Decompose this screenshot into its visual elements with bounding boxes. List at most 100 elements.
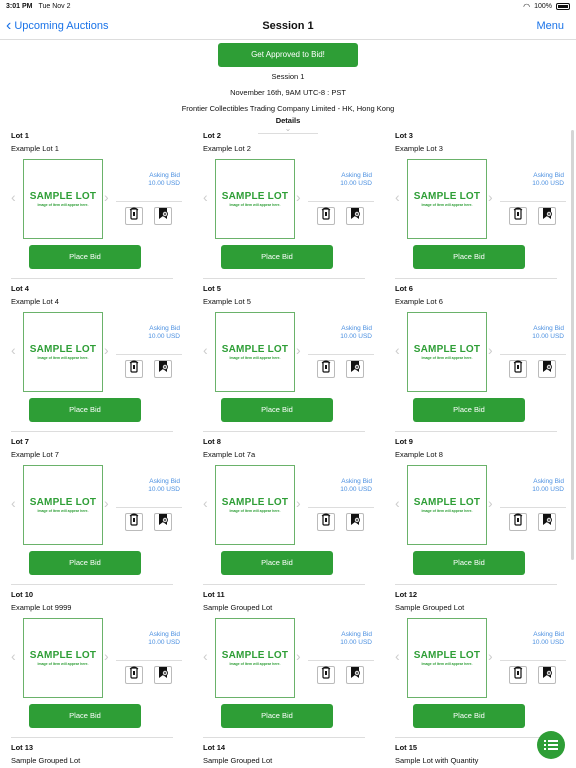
lot-image[interactable]: SAMPLE LOT Image of Item will appear here… [215,465,295,545]
watch-button[interactable] [125,513,143,531]
lot-image[interactable]: SAMPLE LOT Image of Item will appear here… [23,618,103,698]
menu-button[interactable]: Menu [536,20,564,32]
lot-image[interactable]: SAMPLE LOT Image of Item will appear here… [215,159,295,239]
lot-name: Sample Grouped Lot [395,603,465,612]
chevron-right-icon[interactable]: › [488,342,493,358]
place-bid-button[interactable]: Place Bid [413,245,525,269]
watch-button[interactable] [509,207,527,225]
lot-card[interactable]: Lot 11 Sample Grouped Lot ‹ SAMPLE LOT Image… [192,590,378,743]
place-bid-button[interactable]: Place Bid [29,398,141,422]
place-bid-button[interactable]: Place Bid [221,398,333,422]
watch-button[interactable] [509,666,527,684]
watch-button[interactable] [125,360,143,378]
asking-bid-value: 10.00 USD [148,333,180,340]
bookmark-add-button[interactable] [538,207,556,225]
chevron-left-icon[interactable]: ‹ [203,495,208,511]
chevron-left-icon[interactable]: ‹ [11,342,16,358]
lot-card[interactable]: Lot 5 Example Lot 5 ‹ SAMPLE LOT Image of It… [192,284,378,437]
lot-image[interactable]: SAMPLE LOT Image of Item will appear here… [23,312,103,392]
asking-bid-label: Asking Bid [149,631,180,638]
chevron-left-icon[interactable]: ‹ [11,495,16,511]
get-approved-button[interactable]: Get Approved to Bid! [218,43,358,67]
bookmark-add-button[interactable] [538,666,556,684]
chevron-left-icon[interactable]: ‹ [11,648,16,664]
lot-card[interactable]: Lot 6 Example Lot 6 ‹ SAMPLE LOT Image of It… [384,284,570,437]
scrollbar[interactable] [571,130,574,560]
chevron-left-icon[interactable]: ‹ [203,189,208,205]
bookmark-add-button[interactable] [154,207,172,225]
watch-button[interactable] [509,513,527,531]
chevron-right-icon[interactable]: › [296,342,301,358]
lot-list-button[interactable] [537,731,565,759]
place-bid-button[interactable]: Place Bid [29,245,141,269]
lot-image[interactable]: SAMPLE LOT Image of Item will appear here… [407,312,487,392]
asking-bid-value: 10.00 USD [532,486,564,493]
bookmark-add-button[interactable] [154,360,172,378]
chevron-right-icon[interactable]: › [296,495,301,511]
place-bid-button[interactable]: Place Bid [221,551,333,575]
chevron-right-icon[interactable]: › [488,648,493,664]
watch-button[interactable] [317,207,335,225]
lot-card[interactable]: Lot 13 Sample Grouped Lot [0,743,186,768]
place-bid-button[interactable]: Place Bid [29,704,141,728]
chevron-right-icon[interactable]: › [296,189,301,205]
lot-card[interactable]: Lot 12 Sample Grouped Lot ‹ SAMPLE LOT Image… [384,590,570,743]
chevron-left-icon[interactable]: ‹ [203,342,208,358]
lot-image[interactable]: SAMPLE LOT Image of Item will appear here… [407,159,487,239]
watch-button[interactable] [317,513,335,531]
bookmark-add-button[interactable] [538,513,556,531]
lot-card[interactable]: Lot 10 Example Lot 9999 ‹ SAMPLE LOT Image o… [0,590,186,743]
bookmark-add-button[interactable] [346,513,364,531]
chevron-right-icon[interactable]: › [104,342,109,358]
bookmark-add-button[interactable] [346,207,364,225]
chevron-right-icon[interactable]: › [488,189,493,205]
lot-image[interactable]: SAMPLE LOT Image of Item will appear here… [215,312,295,392]
bookmark-add-button[interactable] [154,666,172,684]
bookmark-add-button[interactable] [346,666,364,684]
chevron-left-icon[interactable]: ‹ [11,189,16,205]
place-bid-button[interactable]: Place Bid [29,551,141,575]
place-bid-button[interactable]: Place Bid [413,704,525,728]
lot-card[interactable]: Lot 9 Example Lot 8 ‹ SAMPLE LOT Image of It… [384,437,570,590]
back-button[interactable]: ‹ Upcoming Auctions [6,16,109,34]
chevron-left-icon[interactable]: ‹ [395,495,400,511]
lot-image[interactable]: SAMPLE LOT Image of Item will appear here… [23,465,103,545]
lot-card[interactable]: Lot 2 Example Lot 2 ‹ SAMPLE LOT Image of It… [192,131,378,284]
lot-image[interactable]: SAMPLE LOT Image of Item will appear here… [407,465,487,545]
chevron-left-icon[interactable]: ‹ [395,648,400,664]
chevron-left-icon[interactable]: ‹ [395,189,400,205]
bookmark-add-button[interactable] [154,513,172,531]
lot-card[interactable]: Lot 3 Example Lot 3 ‹ SAMPLE LOT Image of It… [384,131,570,284]
watch-button[interactable] [317,360,335,378]
asking-bid-value: 10.00 USD [532,639,564,646]
chevron-right-icon[interactable]: › [104,648,109,664]
bookmark-add-button[interactable] [538,360,556,378]
place-bid-button[interactable]: Place Bid [221,704,333,728]
chevron-right-icon[interactable]: › [104,495,109,511]
chevron-right-icon[interactable]: › [488,495,493,511]
lot-card[interactable]: Lot 4 Example Lot 4 ‹ SAMPLE LOT Image of It… [0,284,186,437]
lot-card[interactable]: Lot 1 Example Lot 1 ‹ SAMPLE LOT Image of It… [0,131,186,284]
lot-card[interactable]: Lot 14 Sample Grouped Lot [192,743,378,768]
session-date: November 16th, 9AM UTC-8 : PST [230,88,346,97]
image-placeholder-caption: Image of Item will appear here. [421,203,473,207]
watch-button[interactable] [317,666,335,684]
chevron-left-icon[interactable]: ‹ [203,648,208,664]
chevron-right-icon[interactable]: › [104,189,109,205]
bookmark-add-button[interactable] [346,360,364,378]
place-bid-button[interactable]: Place Bid [413,398,525,422]
place-bid-button[interactable]: Place Bid [221,245,333,269]
chevron-left-icon: ‹ [6,16,12,34]
lot-image[interactable]: SAMPLE LOT Image of Item will appear here… [407,618,487,698]
chevron-right-icon[interactable]: › [296,648,301,664]
lot-card[interactable]: Lot 7 Example Lot 7 ‹ SAMPLE LOT Image of It… [0,437,186,590]
lot-image[interactable]: SAMPLE LOT Image of Item will appear here… [215,618,295,698]
place-bid-button[interactable]: Place Bid [413,551,525,575]
chevron-left-icon[interactable]: ‹ [395,342,400,358]
lot-image[interactable]: SAMPLE LOT Image of Item will appear here… [23,159,103,239]
watch-button[interactable] [125,207,143,225]
watch-button[interactable] [125,666,143,684]
lot-card[interactable]: Lot 8 Example Lot 7a ‹ SAMPLE LOT Image of I… [192,437,378,590]
watch-button[interactable] [509,360,527,378]
status-time: 3:01 PM [6,2,33,10]
